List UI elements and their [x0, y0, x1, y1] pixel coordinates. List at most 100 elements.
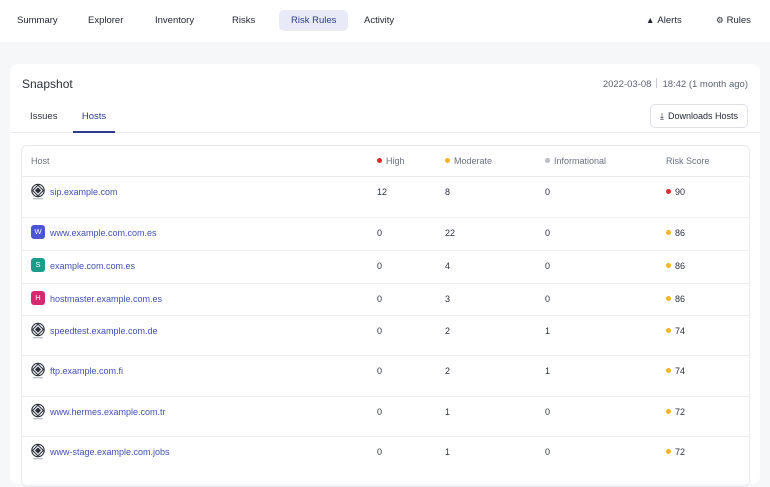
host-link[interactable]: www-stage.example.com.jobs — [50, 447, 170, 457]
table-row[interactable]: ftp.example.com.fi 0 2 1 74 — [22, 355, 749, 397]
tab-inventory[interactable]: Inventory — [143, 10, 206, 31]
informational-count: 0 — [545, 228, 551, 238]
host-link[interactable]: speedtest.example.com.de — [50, 326, 158, 336]
hosts-table: Host High Moderate Informational Risk Sc… — [21, 145, 750, 487]
moderate-count: 3 — [445, 294, 451, 304]
high-count: 0 — [377, 366, 383, 376]
host-avatar: H — [31, 291, 45, 305]
brand-logo-icon — [30, 362, 46, 380]
risk-score: 86 — [666, 261, 685, 271]
moderate-count: 8 — [445, 187, 451, 197]
risk-score: 72 — [666, 447, 685, 457]
header-host: Host — [31, 156, 50, 166]
rules-link[interactable]: ⚙ Rules — [716, 10, 751, 31]
table-row[interactable]: sip.example.com 12 8 0 90 — [22, 176, 749, 218]
risk-score-value: 86 — [675, 228, 686, 238]
alerts-label: Alerts — [657, 15, 682, 26]
tab-explorer[interactable]: Explorer — [76, 10, 135, 31]
tab-risk-rules[interactable]: Risk Rules — [279, 10, 349, 31]
alerts-link[interactable]: ▲ Alerts — [646, 10, 682, 31]
tab-risks[interactable]: Risks — [220, 10, 267, 31]
table-row[interactable]: www.hermes.example.com.tr 0 1 0 72 — [22, 396, 749, 437]
tab-summary[interactable]: Summary — [5, 10, 70, 31]
risk-score: 74 — [666, 326, 685, 336]
risk-score: 72 — [666, 407, 685, 417]
brand-logo-icon — [30, 443, 46, 461]
header-moderate-label: Moderate — [454, 156, 493, 166]
high-count: 0 — [377, 294, 383, 304]
table-row[interactable]: Hhostmaster.example.com.es 0 3 0 86 — [22, 283, 749, 316]
snapshot-title: Snapshot — [22, 77, 73, 91]
risk-score-dot — [666, 409, 671, 414]
snapshot-time: 18:42 (1 month ago) — [662, 79, 748, 90]
informational-count: 1 — [545, 366, 551, 376]
host-avatar: W — [31, 225, 45, 239]
warning-icon: ▲ — [646, 15, 655, 25]
risk-score-value: 72 — [675, 407, 686, 417]
high-severity-dot — [377, 158, 382, 163]
risk-score-dot — [666, 189, 671, 194]
high-count: 12 — [377, 187, 388, 197]
risk-score-dot — [666, 263, 671, 268]
informational-count: 0 — [545, 261, 551, 271]
informational-count: 0 — [545, 294, 551, 304]
snapshot-subtabs: Issues Hosts — [10, 104, 760, 133]
risk-score-value: 72 — [675, 447, 686, 457]
subtab-issues[interactable]: Issues — [30, 108, 57, 131]
host-link[interactable]: hostmaster.example.com.es — [50, 294, 162, 304]
high-count: 0 — [377, 407, 383, 417]
header-high-label: High — [386, 156, 405, 166]
table-row[interactable]: Sexample.com.com.es 0 4 0 86 — [22, 250, 749, 284]
gear-icon: ⚙ — [716, 15, 724, 25]
informational-count: 0 — [545, 407, 551, 417]
risk-score-value: 74 — [675, 326, 686, 336]
snapshot-date: 2022-03-08 — [602, 79, 652, 90]
risk-score: 74 — [666, 366, 685, 376]
brand-logo-icon — [30, 403, 46, 421]
risk-score-dot — [666, 296, 671, 301]
informational-severity-dot — [545, 158, 550, 163]
risk-score-value: 74 — [675, 366, 686, 376]
moderate-count: 2 — [445, 326, 451, 336]
moderate-severity-dot — [445, 158, 450, 163]
moderate-count: 22 — [445, 228, 456, 238]
moderate-count: 1 — [445, 447, 451, 457]
host-link[interactable]: www.hermes.example.com.tr — [50, 407, 166, 417]
brand-logo-icon — [30, 183, 46, 201]
table-row[interactable]: www-stage.example.com.jobs 0 1 0 72 — [22, 436, 749, 486]
top-navigation: Summary Explorer Inventory Risks Risk Ru… — [0, 0, 770, 42]
informational-count: 0 — [545, 447, 551, 457]
table-row[interactable]: speedtest.example.com.de 0 2 1 74 — [22, 315, 749, 356]
header-moderate: Moderate — [445, 146, 492, 176]
header-informational-label: Informational — [554, 156, 607, 166]
risk-score: 90 — [666, 187, 685, 197]
high-count: 0 — [377, 447, 383, 457]
high-count: 0 — [377, 326, 383, 336]
host-link[interactable]: sip.example.com — [50, 187, 118, 197]
high-count: 0 — [377, 261, 383, 271]
risk-score-dot — [666, 230, 671, 235]
table-row[interactable]: Wwww.example.com.com.es 0 22 0 86 — [22, 217, 749, 251]
download-icon: ⤓ — [659, 111, 664, 121]
risk-score-dot — [666, 368, 671, 373]
moderate-count: 4 — [445, 261, 451, 271]
header-informational: Informational — [545, 146, 606, 176]
download-hosts-button[interactable]: ⤓ Downloads Hosts — [649, 104, 748, 128]
host-link[interactable]: www.example.com.com.es — [50, 228, 157, 238]
rules-label: Rules — [726, 15, 751, 26]
moderate-count: 1 — [445, 407, 451, 417]
risk-score-value: 86 — [675, 261, 686, 271]
host-link[interactable]: example.com.com.es — [50, 261, 135, 271]
tab-activity[interactable]: Activity — [352, 10, 406, 31]
download-hosts-label: Downloads Hosts — [667, 111, 738, 121]
risk-score: 86 — [666, 228, 685, 238]
host-avatar: S — [31, 258, 45, 272]
informational-count: 1 — [545, 326, 551, 336]
risk-score-dot — [666, 328, 671, 333]
host-link[interactable]: ftp.example.com.fi — [50, 366, 123, 376]
informational-count: 0 — [545, 187, 551, 197]
high-count: 0 — [377, 228, 383, 238]
subtab-hosts[interactable]: Hosts — [73, 108, 115, 133]
header-high: High — [377, 146, 405, 176]
brand-logo-icon — [30, 322, 46, 340]
